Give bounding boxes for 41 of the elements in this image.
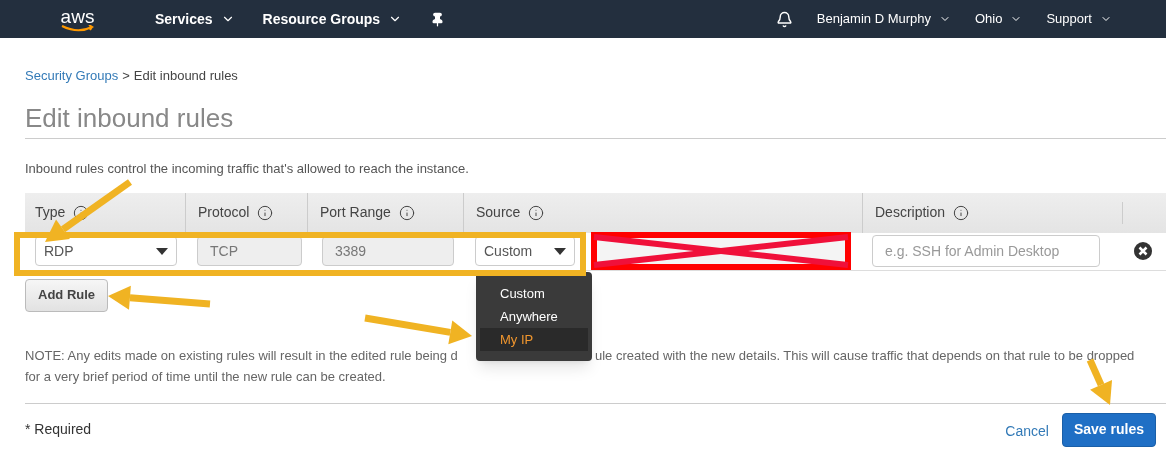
breadcrumb-current: Edit inbound rules <box>133 67 238 85</box>
breadcrumb-link[interactable]: Security Groups <box>25 66 119 86</box>
required-note: * Required <box>25 420 92 439</box>
protocol-field: TCP <box>197 236 302 266</box>
bell-icon[interactable] <box>775 10 793 28</box>
remove-icon[interactable] <box>1134 242 1152 260</box>
menu-option[interactable]: Custom <box>480 282 588 305</box>
logo[interactable]: aws <box>60 6 95 32</box>
note-text: ule created with the new details. This will cause traffic that depends on that rule to be dropped <box>595 346 1135 365</box>
info-icon[interactable] <box>257 204 274 221</box>
caret-icon <box>156 247 168 255</box>
page-title: Edit inbound rules <box>25 101 235 134</box>
description-field[interactable]: e.g. SSH for Admin Desktop <box>872 235 1100 267</box>
intro-text: Inbound rules control the incoming traffic that's allowed to reach the instance. <box>25 160 470 178</box>
column-header: Source <box>476 203 521 222</box>
info-icon[interactable] <box>953 204 970 221</box>
column-header: Port Range <box>320 203 391 222</box>
column-header: Protocol <box>198 203 250 222</box>
menu-option[interactable]: My IP <box>480 328 588 351</box>
nav-menu[interactable]: Benjamin D Murphy <box>816 9 951 29</box>
note-text: for a very brief period of time until the new rule can be created. <box>25 367 387 386</box>
info-icon[interactable] <box>528 204 545 221</box>
breadcrumb-separator: > <box>122 67 130 85</box>
column-header: Type <box>35 203 66 222</box>
column-header: Description <box>875 203 946 222</box>
cancel-link[interactable]: Cancel <box>1005 421 1049 442</box>
port-range-field: 3389 <box>322 236 454 266</box>
source-select[interactable]: Custom <box>475 236 575 266</box>
pin-icon[interactable] <box>430 11 446 27</box>
nav-menu[interactable]: Support <box>1046 9 1112 29</box>
info-icon[interactable] <box>73 204 90 221</box>
nav-menu[interactable]: Ohio <box>975 9 1023 29</box>
note-text: NOTE: Any edits made on existing rules will result in the edited rule being d <box>25 347 458 363</box>
menu-option[interactable]: Anywhere <box>480 305 588 328</box>
save-rules-button[interactable]: Save rules <box>1061 412 1156 447</box>
caret-icon <box>554 247 566 255</box>
nav-menu[interactable]: Services <box>155 8 235 30</box>
nav-menu[interactable]: Resource Groups <box>262 8 403 30</box>
info-icon[interactable] <box>398 204 415 221</box>
add-rule-button[interactable]: Add Rule <box>25 278 109 312</box>
type-select[interactable]: RDP <box>35 236 177 266</box>
